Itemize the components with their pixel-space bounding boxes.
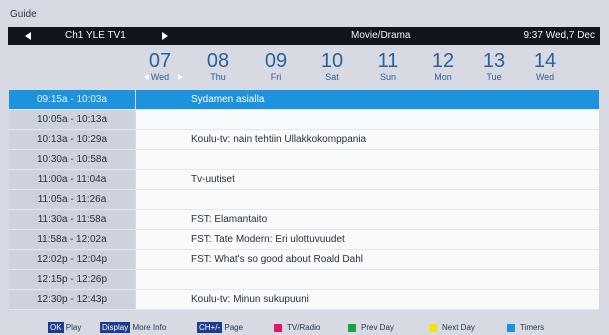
day-name: Thu [210,72,226,82]
day-name: Tue [486,72,502,82]
channel-name: Ch1 YLE TV1 [65,30,126,41]
day-number: 12 [431,50,455,72]
display-key-label: Display [100,322,131,334]
program-time: 11:30a - 11:58a [9,210,135,229]
program-row[interactable]: 09:15a - 10:03a Sydamen asialla [9,90,599,110]
green-action-label: Prev Day [361,323,394,332]
ok-action-label: Play [65,323,82,332]
yellow-action-label: Next Day [442,323,475,332]
program-time: 12:02p - 12:04p [9,250,135,269]
day-number: 09 [264,50,288,72]
next-channel-arrow-icon[interactable] [162,32,168,40]
current-time: 9:37 Wed,7 Dec [523,30,595,41]
green-button-icon [348,323,356,332]
program-title [136,150,599,169]
program-time: 10:13a - 10:29a [9,130,135,149]
channel-key-label: CH+/- [197,322,223,334]
display-more-info-hint[interactable]: Display More Info [100,321,166,335]
day-item-14[interactable]: 14 Wed [519,51,571,82]
green-prev-day-hint[interactable]: Prev Day [348,321,394,335]
day-number: 10 [320,50,344,72]
day-number: 11 [377,50,399,72]
red-action-label: TV/Radio [287,323,321,332]
page-title: Guide [10,9,37,20]
program-row[interactable]: 11:05a - 11:26a [9,190,599,210]
program-time: 10:05a - 10:13a [9,110,135,129]
day-item-08[interactable]: 08 Thu [192,51,244,82]
red-tv-radio-hint[interactable]: TV/Radio [274,321,320,335]
day-number: 07 [148,50,172,72]
channel-header-bar: Ch1 YLE TV1 Movie/Drama 9:37 Wed,7 Dec [8,27,600,45]
yellow-button-icon [429,323,437,332]
blue-action-label: Timers [520,323,545,332]
previous-day-arrow-icon[interactable] [144,74,149,80]
day-item-09[interactable]: 09 Fri [250,51,302,82]
program-time: 11:58a - 12:02a [9,230,135,249]
next-day-arrow-icon[interactable] [178,74,183,80]
day-name: Mon [434,72,452,82]
red-button-icon [274,323,282,332]
day-name: Sat [325,72,339,82]
program-title: FST: Elamantaito [136,210,599,229]
day-name: Fri [270,72,282,82]
program-schedule-list: 09:15a - 10:03a Sydamen asialla 10:05a -… [9,90,599,310]
program-title [136,190,599,209]
program-title: Koulu-tv: Minun sukupuuni [136,290,599,309]
ok-key-label: OK [48,322,64,334]
program-title: Koulu-tv: nain tehtiin Ullakkokomppania [136,130,599,149]
day-item-11[interactable]: 11 Sun [362,51,414,82]
program-row[interactable]: 12:30p - 12:43p Koulu-tv: Minun sukupuun… [9,290,599,310]
day-item-13[interactable]: 13 Tue [468,51,520,82]
genre-label: Movie/Drama [351,30,411,41]
program-title: FST: Tate Modern: Eri ulottuvuudet [136,230,599,249]
program-row[interactable]: 11:58a - 12:02a FST: Tate Modern: Eri ul… [9,230,599,250]
guide-controls-footer: OK Play Display More Info CH+/- Page TV/… [0,321,609,335]
program-time: 11:05a - 11:26a [9,190,135,209]
blue-button-icon [507,323,515,332]
ok-play-hint[interactable]: OK Play [48,321,81,335]
program-row[interactable]: 10:30a - 10:58a [9,150,599,170]
program-row[interactable]: 10:13a - 10:29a Koulu-tv: nain tehtiin U… [9,130,599,150]
day-number: 08 [206,50,230,72]
day-number: 14 [533,50,557,72]
day-item-10[interactable]: 10 Sat [306,51,358,82]
program-title [136,110,599,129]
program-title: Tv-uutiset [136,170,599,189]
day-name: Sun [379,72,396,82]
display-action-label: More Info [132,323,167,332]
program-title [136,270,599,289]
program-time: 10:30a - 10:58a [9,150,135,169]
program-row[interactable]: 11:30a - 11:58a FST: Elamantaito [9,210,599,230]
program-row[interactable]: 12:15p - 12:26p [9,270,599,290]
day-name: Wed [535,72,555,82]
program-time: 12:15p - 12:26p [9,270,135,289]
program-row[interactable]: 11:00a - 11:04a Tv-uutiset [9,170,599,190]
program-time: 09:15a - 10:03a [9,90,135,109]
program-row[interactable]: 10:05a - 10:13a [9,110,599,130]
program-row[interactable]: 12:02p - 12:04p FST: What's so good abou… [9,250,599,270]
program-time: 12:30p - 12:43p [9,290,135,309]
program-time: 11:00a - 11:04a [9,170,135,189]
channel-action-label: Page [224,323,244,332]
program-title: FST: What's so good about Roald Dahl [136,250,599,269]
day-selector: 07 Wed 08 Thu 09 Fri 10 Sat 11 Sun 12 Mo… [134,51,600,91]
blue-timers-hint[interactable]: Timers [507,321,544,335]
program-title: Sydamen asialla [136,90,599,109]
day-item-07[interactable]: 07 Wed [134,51,186,82]
yellow-next-day-hint[interactable]: Next Day [429,321,475,335]
previous-channel-arrow-icon[interactable] [25,32,31,40]
day-item-12[interactable]: 12 Mon [417,51,469,82]
day-number: 13 [482,50,506,72]
channel-page-hint[interactable]: CH+/- Page [197,321,243,335]
